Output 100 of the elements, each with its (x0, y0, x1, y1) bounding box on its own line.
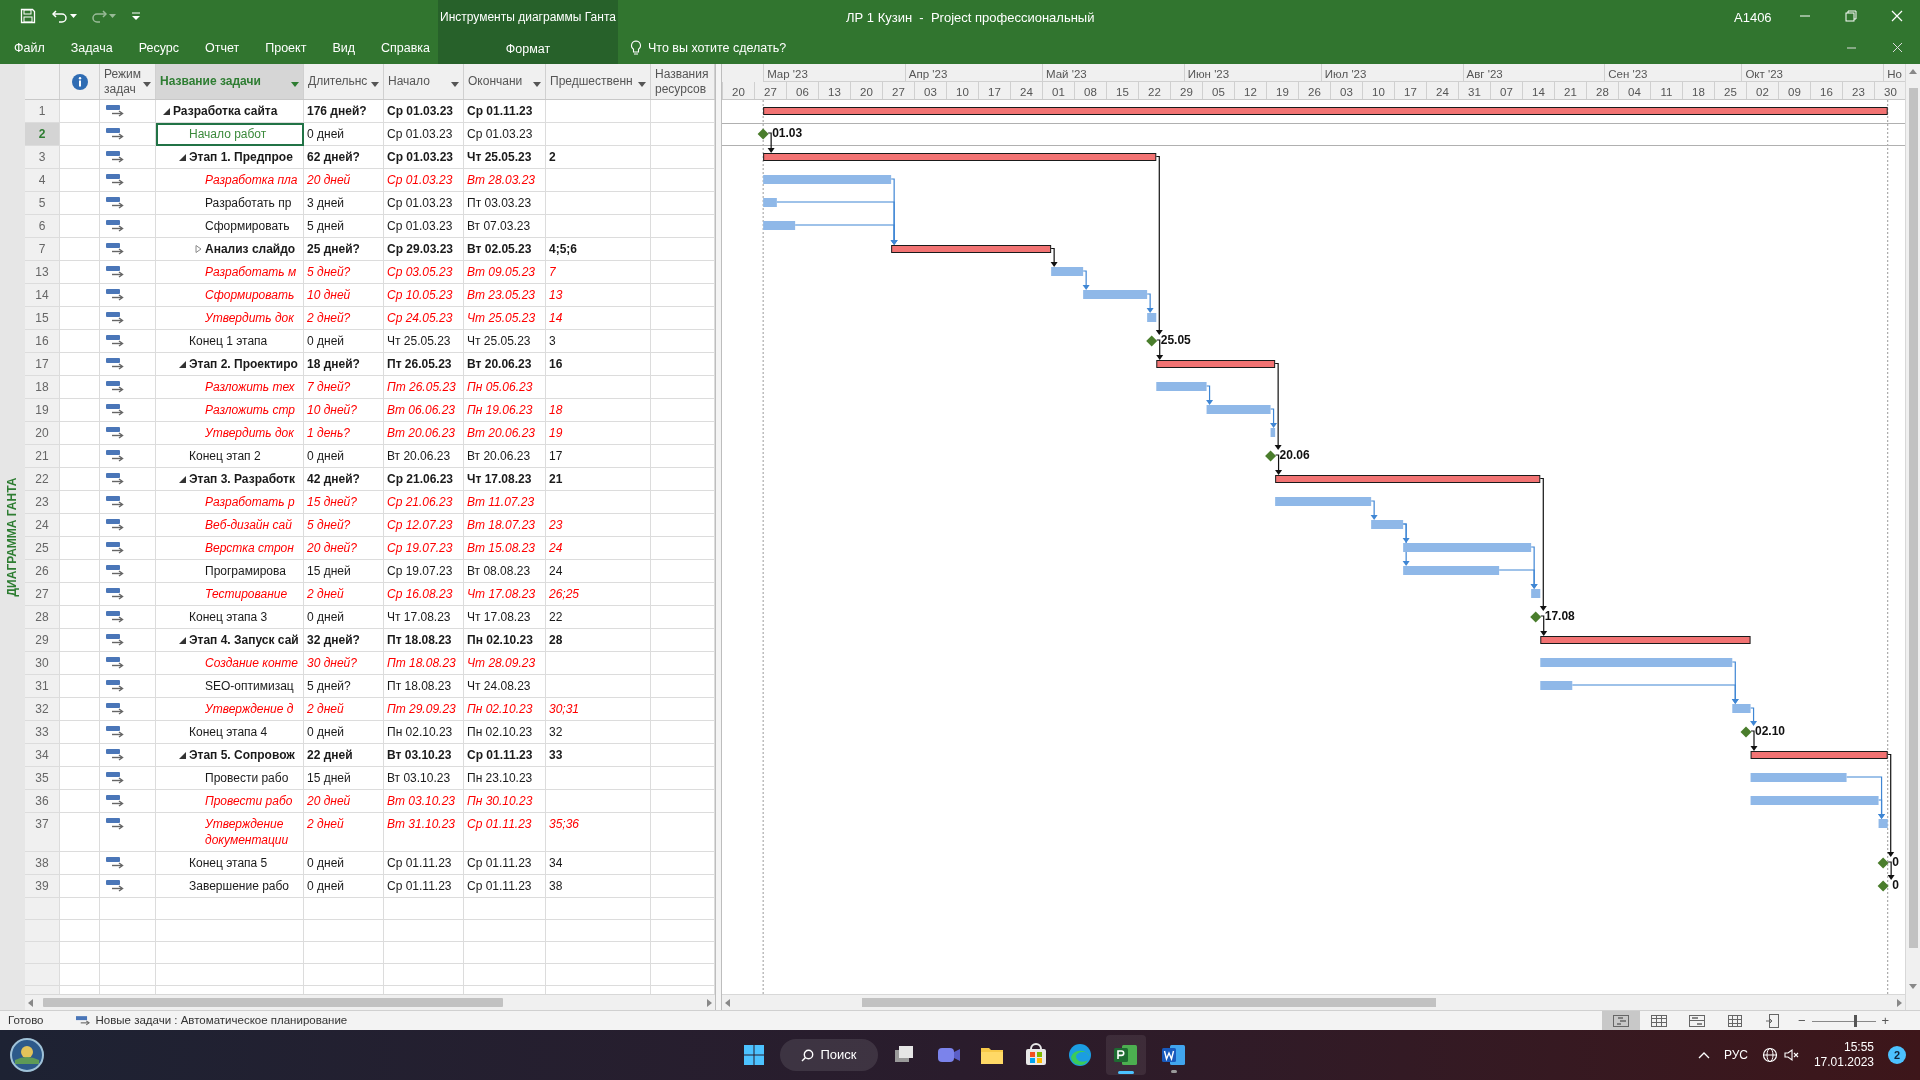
row-number[interactable]: 26 (25, 560, 60, 583)
scrollbar[interactable] (722, 994, 1905, 1010)
muted-speaker-icon[interactable] (1783, 1047, 1800, 1063)
ribbon-tab[interactable]: Файл (4, 34, 55, 62)
task-name-cell[interactable]: Создание конте (156, 652, 304, 675)
row-number[interactable]: 19 (25, 399, 60, 422)
expand-icon[interactable] (195, 245, 202, 253)
zoom-out-button[interactable]: − (1798, 1014, 1806, 1028)
row-number[interactable]: 7 (25, 238, 60, 261)
row-number[interactable]: 35 (25, 767, 60, 790)
row-number[interactable]: 15 (25, 307, 60, 330)
row-number[interactable]: 28 (25, 606, 60, 629)
task-name-cell[interactable]: Конец этапа 3 (156, 606, 304, 629)
row-number[interactable]: 1 (25, 100, 60, 123)
task-name-cell[interactable]: Тестирование (156, 583, 304, 606)
task-name-cell[interactable]: Утвердить док (156, 422, 304, 445)
collapse-icon[interactable] (163, 108, 170, 115)
notification-badge[interactable]: 2 (1888, 1046, 1906, 1064)
caret-icon[interactable] (143, 82, 151, 87)
task-name-cell[interactable]: Разработать пр (156, 192, 304, 215)
row-number[interactable]: 36 (25, 790, 60, 813)
task-name-cell[interactable]: Разложить тех (156, 376, 304, 399)
ribbon-tab[interactable]: Проект (255, 34, 317, 62)
scroll-left-icon[interactable] (724, 998, 732, 1007)
task-name-cell[interactable]: Утверждение документации (156, 813, 304, 852)
caret-icon[interactable] (533, 82, 541, 87)
ribbon-tab[interactable]: Ресурс (128, 34, 189, 62)
customize-icon[interactable] (132, 11, 140, 21)
task-mode-status[interactable]: Новые задачи : Автоматическое планирование (95, 1011, 348, 1030)
scroll-right-icon[interactable] (1895, 998, 1903, 1007)
row-number[interactable]: 13 (25, 261, 60, 284)
task-name-cell[interactable]: Провести рабо (156, 767, 304, 790)
task-name-cell[interactable]: Сформировать (156, 284, 304, 307)
column-header[interactable]: Название задачи (156, 64, 304, 99)
row-number[interactable]: 4 (25, 169, 60, 192)
task-name-cell[interactable]: Разработать м (156, 261, 304, 284)
task-name-cell[interactable]: Завершение рабо (156, 875, 304, 898)
row-number[interactable]: 34 (25, 744, 60, 767)
task-name-cell[interactable]: Разложить стр (156, 399, 304, 422)
task-name-cell[interactable]: Этап 1. Предпрое (156, 146, 304, 169)
app-icon[interactable] (10, 1038, 44, 1072)
row-number[interactable]: 38 (25, 852, 60, 875)
zoom-in-button[interactable]: + (1881, 1014, 1890, 1028)
search-button[interactable]: Поиск (780, 1039, 878, 1071)
row-number[interactable]: 14 (25, 284, 60, 307)
task-name-cell[interactable]: Провести рабо (156, 790, 304, 813)
task-name-cell[interactable]: Конец этапа 5 (156, 852, 304, 875)
task-name-cell[interactable]: Програмирова (156, 560, 304, 583)
row-number[interactable]: 30 (25, 652, 60, 675)
row-number[interactable]: 32 (25, 698, 60, 721)
row-number[interactable]: 29 (25, 629, 60, 652)
column-header[interactable]: Длительнс (304, 64, 384, 99)
scrollbar[interactable] (1905, 64, 1920, 1010)
task-name-cell[interactable]: Утвердить док (156, 307, 304, 330)
redo-icon[interactable] (91, 9, 107, 23)
taskbar-app-button[interactable] (1106, 1035, 1146, 1075)
scrollbar[interactable] (25, 994, 715, 1010)
task-name-cell[interactable]: Конец этапа 4 (156, 721, 304, 744)
collapse-icon[interactable] (179, 752, 186, 759)
clock-date[interactable]: 17.01.2023 (1813, 1055, 1874, 1070)
task-name-cell[interactable]: Разработать р (156, 491, 304, 514)
scroll-left-icon[interactable] (27, 998, 35, 1007)
row-number[interactable]: 39 (25, 875, 60, 898)
row-number[interactable]: 21 (25, 445, 60, 468)
column-header[interactable]: Начало (384, 64, 464, 99)
task-name-cell[interactable]: Веб-дизайн сай (156, 514, 304, 537)
caret-icon[interactable] (638, 82, 646, 87)
save-icon[interactable] (20, 8, 36, 24)
row-number[interactable]: 3 (25, 146, 60, 169)
scrollbar-thumb[interactable] (43, 998, 503, 1007)
scroll-down-icon[interactable] (1909, 982, 1917, 990)
collapse-icon[interactable] (179, 361, 186, 368)
row-number[interactable]: 18 (25, 376, 60, 399)
row-number[interactable]: 22 (25, 468, 60, 491)
caret-icon[interactable] (451, 82, 459, 87)
row-number[interactable]: 6 (25, 215, 60, 238)
scroll-right-icon[interactable] (705, 998, 713, 1007)
undo-icon[interactable] (52, 9, 68, 23)
zoom-slider-thumb[interactable] (1853, 1014, 1857, 1027)
row-number[interactable]: 2 (25, 123, 60, 146)
task-name-cell[interactable]: Этап 2. Проектиро (156, 353, 304, 376)
collapse-icon[interactable] (179, 476, 186, 483)
scrollbar-thumb[interactable] (862, 998, 1436, 1007)
task-name-cell[interactable]: Утверждение д (156, 698, 304, 721)
column-header[interactable]: Предшественн (546, 64, 651, 99)
row-number[interactable]: 23 (25, 491, 60, 514)
ribbon-tab[interactable]: Вид (322, 34, 366, 62)
row-number[interactable]: 37 (25, 813, 60, 852)
collapse-icon[interactable] (179, 154, 186, 161)
row-number[interactable]: 16 (25, 330, 60, 353)
scrollbar-thumb[interactable] (1908, 88, 1918, 948)
task-name-cell[interactable]: Этап 4. Запуск сай (156, 629, 304, 652)
task-name-cell[interactable]: Разработка пла (156, 169, 304, 192)
caret-icon[interactable] (70, 14, 77, 18)
globe-icon[interactable] (1761, 1047, 1778, 1063)
language-indicator[interactable]: РУС (1723, 1046, 1748, 1064)
task-name-cell[interactable]: Анализ слайдо (156, 238, 304, 261)
task-name-cell[interactable]: Начало работ (156, 123, 304, 146)
row-number[interactable]: 17 (25, 353, 60, 376)
chevron-up-icon[interactable] (1697, 1051, 1710, 1059)
